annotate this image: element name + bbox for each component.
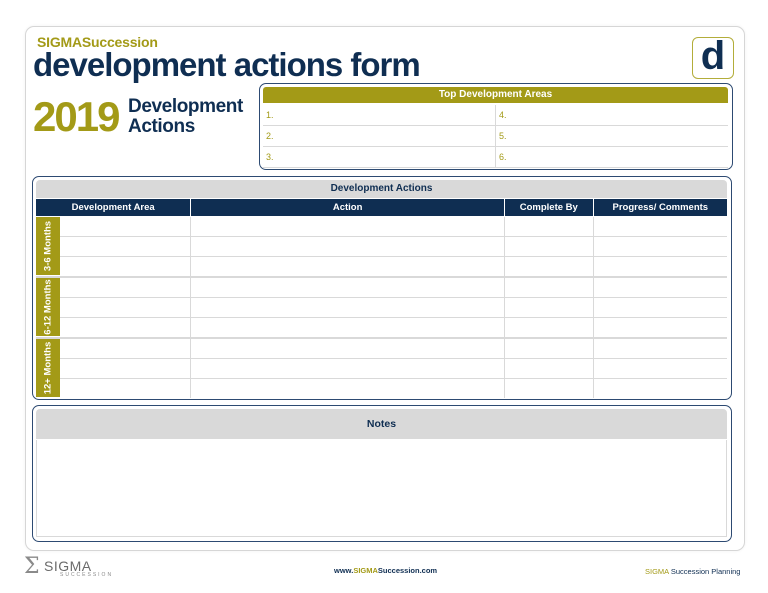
footer-url-highlight: SIGMA (353, 566, 378, 575)
cell-complete-by[interactable] (505, 278, 594, 297)
cell-complete-by[interactable] (505, 298, 594, 317)
d-logo-icon: d (692, 36, 734, 79)
cell-area[interactable] (60, 298, 192, 317)
cell-progress[interactable] (594, 318, 727, 337)
tda-field-5[interactable]: 5. (495, 126, 728, 146)
period-tab: 6-12 Months (36, 278, 60, 336)
cell-complete-by[interactable] (505, 379, 594, 398)
cell-area[interactable] (60, 318, 192, 337)
col-complete-by: Complete By (505, 199, 594, 216)
footer-url-prefix: www. (334, 566, 354, 575)
period-rows (60, 217, 727, 277)
cell-action[interactable] (191, 278, 505, 297)
cell-action[interactable] (191, 237, 505, 256)
notes-field[interactable] (36, 440, 727, 537)
cell-complete-by[interactable] (505, 339, 594, 358)
cell-action[interactable] (191, 379, 505, 398)
footer-website[interactable]: www.SIGMASuccession.com (334, 566, 437, 575)
tda-field-4[interactable]: 4. (495, 105, 728, 125)
cell-action[interactable] (191, 339, 505, 358)
cell-area[interactable] (60, 339, 192, 358)
col-progress-comments: Progress/ Comments (612, 202, 709, 213)
tda-field-1[interactable]: 1. (263, 105, 495, 125)
cell-complete-by[interactable] (505, 318, 594, 337)
notes-panel: Notes (32, 405, 732, 542)
tda-field-6[interactable]: 6. (495, 147, 728, 167)
period-label-3-6: 3-6 Months (42, 220, 54, 272)
period-label-6-12: 6-12 Months (42, 279, 54, 335)
year-label: 2019 (33, 93, 120, 140)
cell-action[interactable] (191, 257, 505, 276)
tda-row: 3. 6. (263, 147, 728, 168)
cell-area[interactable] (60, 257, 192, 276)
cell-progress[interactable] (594, 359, 727, 378)
cell-area[interactable] (60, 278, 192, 297)
development-actions-panel: Development Actions Development Area Act… (32, 176, 732, 400)
cell-area[interactable] (60, 359, 192, 378)
cell-area[interactable] (60, 379, 192, 398)
period-block: 6-12 Months (36, 278, 727, 338)
table-row (60, 217, 727, 237)
year-subtitle: Development Actions (128, 97, 243, 137)
cell-progress[interactable] (594, 237, 727, 256)
cell-area[interactable] (60, 217, 192, 236)
period-rows (60, 339, 727, 398)
notes-heading: Notes (36, 409, 727, 439)
top-development-areas-grid: 1. 4. 2. 5. 3. 6. (263, 105, 728, 168)
period-label-12-plus: 12+ Months (42, 341, 54, 395)
cell-progress[interactable] (594, 339, 727, 358)
tda-row: 2. 5. (263, 126, 728, 147)
table-row (60, 318, 727, 338)
cell-action[interactable] (191, 298, 505, 317)
tda-field-3[interactable]: 3. (263, 147, 495, 167)
cell-complete-by[interactable] (505, 359, 594, 378)
year-subtitle-line2: Actions (128, 116, 195, 137)
col-action: Action (191, 199, 505, 216)
table-row (60, 278, 727, 298)
top-development-areas-heading: Top Development Areas (263, 87, 728, 103)
footer-company-highlight: SIGMA (645, 567, 669, 576)
footer-logo-subword: SUCCESSION (60, 572, 114, 578)
development-actions-heading: Development Actions (36, 180, 727, 198)
sigma-logo-icon: Σ (24, 554, 40, 579)
cell-progress[interactable] (594, 298, 727, 317)
cell-progress[interactable] (594, 278, 727, 297)
table-row (60, 339, 727, 359)
cell-area[interactable] (60, 237, 192, 256)
development-actions-header-row: Development Area Action Complete By Prog… (36, 199, 727, 216)
footer-company-name: Succession Planning (668, 567, 741, 576)
period-block: 3-6 Months (36, 217, 727, 277)
cell-complete-by[interactable] (505, 217, 594, 236)
footer-sigma-logo: Σ SIGMA SUCCESSION (24, 555, 114, 579)
table-row (60, 237, 727, 257)
cell-action[interactable] (191, 318, 505, 337)
cell-progress[interactable] (594, 379, 727, 398)
tda-field-2[interactable]: 2. (263, 126, 495, 146)
period-block: 12+ Months (36, 339, 727, 398)
period-rows (60, 278, 727, 338)
cell-progress[interactable] (594, 257, 727, 276)
year-subtitle-line1: Development (128, 96, 243, 117)
cell-action[interactable] (191, 217, 505, 236)
tda-row: 1. 4. (263, 105, 728, 126)
footer-url-suffix: Succession.com (377, 566, 438, 575)
top-development-areas-panel: Top Development Areas 1. 4. 2. 5. 3. 6. (259, 83, 733, 170)
footer-company: SIGMA Succession Planning (645, 567, 740, 576)
period-tab: 3-6 Months (36, 217, 60, 275)
col-development-area: Development Area (36, 199, 192, 216)
table-row (60, 298, 727, 318)
table-row (60, 379, 727, 398)
cell-action[interactable] (191, 359, 505, 378)
table-row (60, 257, 727, 277)
cell-complete-by[interactable] (505, 257, 594, 276)
table-row (60, 359, 727, 379)
cell-complete-by[interactable] (505, 237, 594, 256)
period-tab: 12+ Months (36, 339, 60, 397)
cell-progress[interactable] (594, 217, 727, 236)
page-title: development actions form (33, 46, 421, 83)
